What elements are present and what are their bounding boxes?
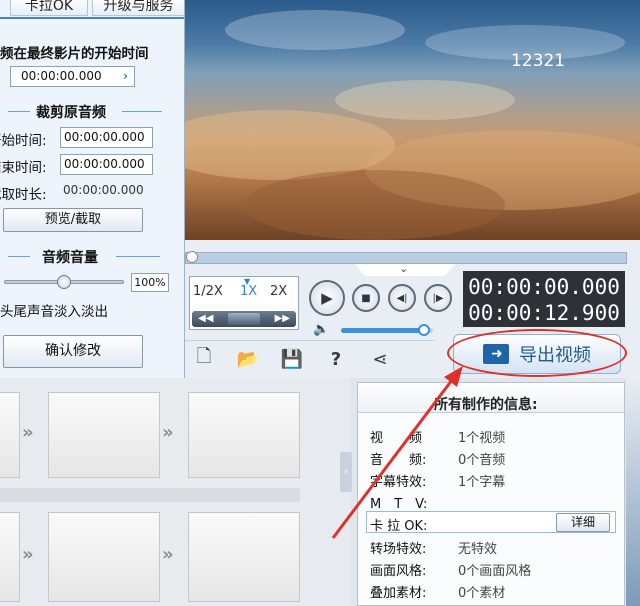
annotation-arrow xyxy=(331,366,463,539)
annotation-arrow-line xyxy=(331,375,457,539)
annotation-arrow-head xyxy=(444,366,463,387)
